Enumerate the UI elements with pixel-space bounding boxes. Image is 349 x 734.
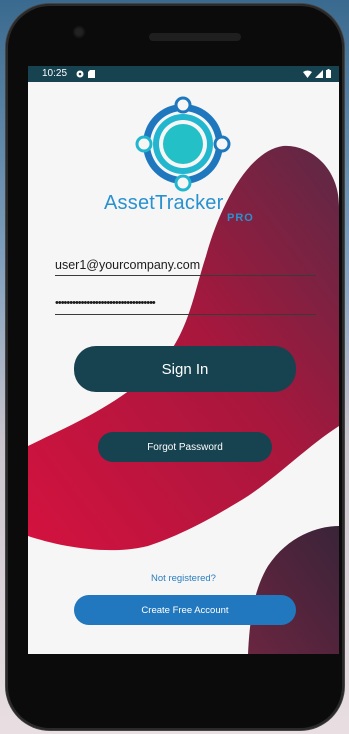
sd-card-icon — [88, 70, 95, 78]
signal-icon — [315, 69, 323, 78]
phone-frame: 10:25 AssetTracker PRO user1@yourcompany… — [6, 4, 344, 730]
blob-corner — [248, 526, 339, 654]
wifi-icon — [303, 70, 312, 78]
create-account-button[interactable]: Create Free Account — [74, 595, 296, 625]
brand-name: AssetTracker — [104, 192, 224, 214]
battery-icon — [326, 69, 331, 78]
password-field[interactable] — [55, 292, 316, 315]
screen: 10:25 AssetTracker PRO user1@yourcompany… — [28, 66, 339, 654]
app-logo-icon — [135, 96, 231, 192]
email-field[interactable] — [55, 255, 316, 276]
status-bar: 10:25 — [28, 66, 339, 82]
front-camera — [75, 28, 83, 36]
brand-suffix: PRO — [227, 212, 254, 224]
earpiece-speaker — [149, 33, 241, 41]
forgot-password-button[interactable]: Forgot Password — [98, 432, 272, 462]
sign-in-button[interactable]: Sign In — [74, 346, 296, 392]
status-left-icons — [76, 70, 95, 78]
not-registered-link[interactable]: Not registered? — [28, 573, 339, 584]
settings-icon — [76, 70, 84, 78]
status-time: 10:25 — [42, 68, 68, 79]
status-right-icons — [303, 69, 331, 78]
